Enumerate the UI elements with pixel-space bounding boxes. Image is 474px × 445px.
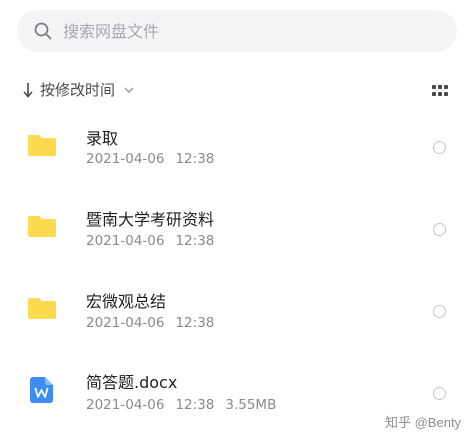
- file-date: 2021-04-06: [86, 397, 165, 413]
- file-name: 暨南大学考研资料: [86, 210, 215, 229]
- search-bar[interactable]: [17, 10, 457, 52]
- file-list-item[interactable]: 暨南大学考研资料 2021-04-06 12:38: [0, 201, 474, 281]
- grid-view-icon[interactable]: [432, 85, 448, 97]
- file-date: 2021-04-06: [86, 315, 165, 331]
- file-meta: 2021-04-06 12:38: [86, 315, 214, 331]
- folder-icon: [28, 298, 56, 319]
- file-name: 宏微观总结: [86, 292, 167, 311]
- file-time: 12:38: [175, 233, 215, 249]
- watermark: 知乎 @Benty: [385, 415, 462, 430]
- file-list-item[interactable]: 宏微观总结 2021-04-06 12:38: [0, 283, 474, 363]
- file-date: 2021-04-06: [86, 151, 165, 167]
- file-name: 录取: [86, 129, 119, 148]
- file-meta: 2021-04-06 12:38 3.55MB: [86, 397, 276, 413]
- file-meta: 2021-04-06 12:38: [86, 233, 214, 249]
- select-radio[interactable]: [433, 387, 446, 400]
- word-document-icon: [30, 377, 53, 403]
- file-time: 12:38: [175, 151, 215, 167]
- file-size: 3.55MB: [225, 397, 277, 413]
- sort-selector[interactable]: 按修改时间: [22, 79, 134, 100]
- file-meta: 2021-04-06 12:38: [86, 151, 214, 167]
- folder-icon: [28, 216, 56, 237]
- file-date: 2021-04-06: [86, 233, 165, 249]
- select-radio[interactable]: [433, 305, 446, 318]
- file-list-item[interactable]: 录取 2021-04-06 12:38: [0, 118, 474, 198]
- file-name: 简答题.docx: [86, 373, 178, 392]
- select-radio[interactable]: [433, 223, 446, 236]
- search-icon: [34, 22, 52, 40]
- search-input[interactable]: [63, 21, 423, 41]
- file-time: 12:38: [175, 397, 215, 413]
- arrow-down-icon: [23, 82, 33, 98]
- select-radio[interactable]: [433, 141, 446, 154]
- sort-label: 按修改时间: [40, 81, 116, 99]
- chevron-down-icon: [124, 87, 134, 93]
- folder-icon: [28, 135, 56, 156]
- file-time: 12:38: [175, 315, 215, 331]
